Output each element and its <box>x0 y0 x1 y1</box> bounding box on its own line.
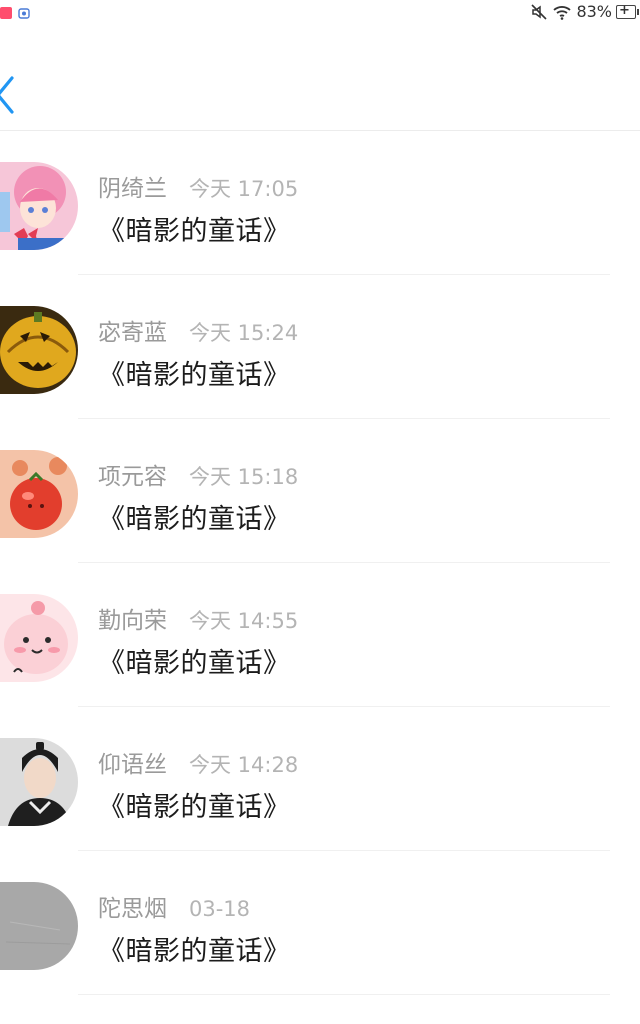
avatar[interactable] <box>0 162 78 250</box>
avatar[interactable] <box>0 882 78 970</box>
list-item[interactable]: 仰语丝 今天 14:28 《暗影的童话》 <box>0 707 640 851</box>
username[interactable]: 仰语丝 <box>98 745 167 779</box>
battery-charging-icon: + <box>616 3 639 19</box>
anime-girl-avatar-icon <box>0 162 78 250</box>
battery-percent: 83% <box>576 2 612 21</box>
avatar[interactable] <box>0 306 78 394</box>
list-item[interactable]: 宓寄蓝 今天 15:24 《暗影的童话》 <box>0 275 640 419</box>
avatar[interactable] <box>0 594 78 682</box>
tomato-avatar-icon <box>0 450 78 538</box>
username[interactable]: 阴绮兰 <box>98 169 167 203</box>
divider <box>78 994 610 995</box>
status-bar: 83% + <box>0 0 640 30</box>
avatar[interactable] <box>0 738 78 826</box>
back-button[interactable] <box>0 70 30 120</box>
gray-avatar-icon <box>0 882 78 970</box>
comment-text[interactable]: 《暗影的童话》 <box>98 497 291 536</box>
username[interactable]: 陀思烟 <box>98 889 167 923</box>
comment-text[interactable]: 《暗影的童话》 <box>98 209 291 248</box>
list-item[interactable]: 阴绮兰 今天 17:05 《暗影的童话》 <box>0 131 640 275</box>
nav-bar <box>0 30 640 131</box>
comment-text[interactable]: 《暗影的童话》 <box>98 929 291 968</box>
list-item[interactable]: 项元容 今天 15:18 《暗影的童话》 <box>0 419 640 563</box>
username[interactable]: 宓寄蓝 <box>98 313 167 347</box>
comment-text[interactable]: 《暗影的童话》 <box>98 785 291 824</box>
app-icon <box>18 8 30 19</box>
status-right: 83% + <box>530 2 639 21</box>
app-badge-icon <box>0 7 12 19</box>
timestamp: 03-18 <box>189 897 251 921</box>
list-item[interactable]: 陀思烟 03-18 《暗影的童话》 <box>0 851 640 995</box>
mute-icon <box>531 3 548 20</box>
wifi-icon <box>553 5 572 20</box>
status-left <box>0 7 30 19</box>
comment-text[interactable]: 《暗影的童话》 <box>98 353 291 392</box>
timestamp: 今天 17:05 <box>189 177 299 201</box>
pumpkin-avatar-icon <box>0 306 78 394</box>
username[interactable]: 项元容 <box>98 457 167 491</box>
timestamp: 今天 15:18 <box>189 465 299 489</box>
timestamp: 今天 14:55 <box>189 609 299 633</box>
list-item[interactable]: 勤向荣 今天 14:55 《暗影的童话》 <box>0 563 640 707</box>
timestamp: 今天 14:28 <box>189 753 299 777</box>
portrait-avatar-icon <box>0 738 78 826</box>
pink-cartoon-avatar-icon <box>0 594 78 682</box>
timestamp: 今天 15:24 <box>189 321 299 345</box>
avatar[interactable] <box>0 450 78 538</box>
username[interactable]: 勤向荣 <box>98 601 167 635</box>
comment-text[interactable]: 《暗影的童话》 <box>98 641 291 680</box>
comment-list: 阴绮兰 今天 17:05 《暗影的童话》 宓寄蓝 今天 15:24 《暗影的童话… <box>0 131 640 995</box>
chevron-left-icon <box>0 76 14 114</box>
